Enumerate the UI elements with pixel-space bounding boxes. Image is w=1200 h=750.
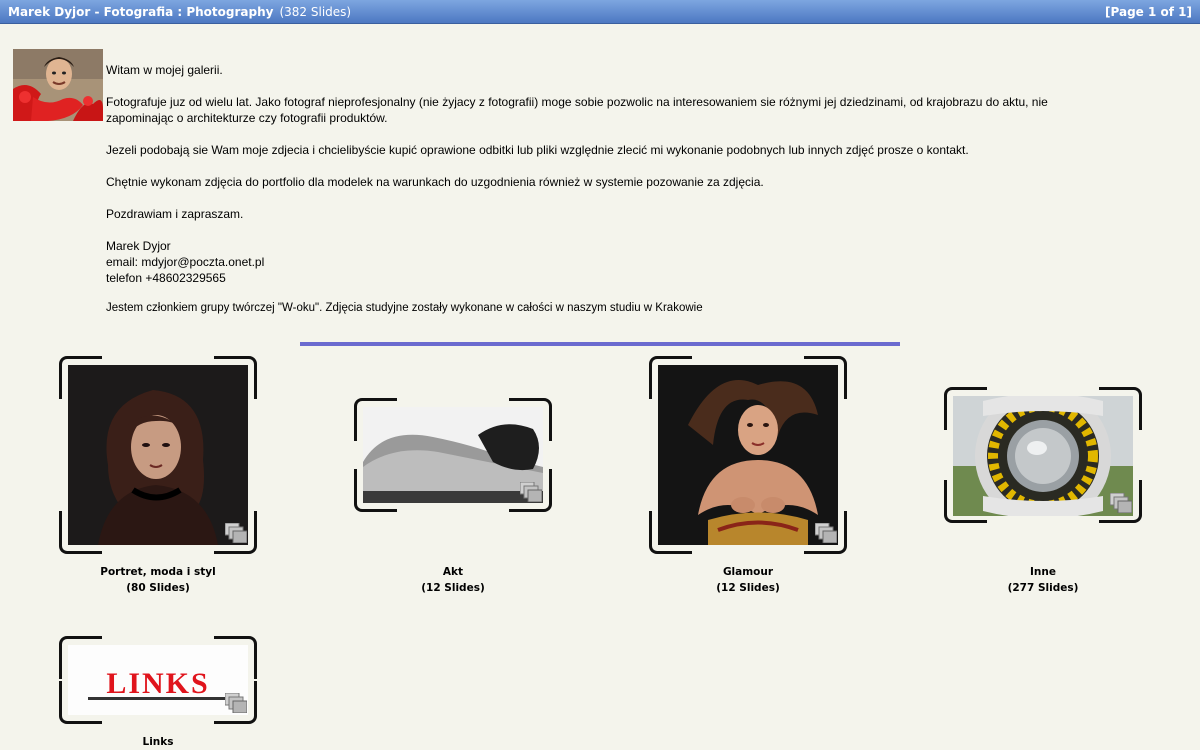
album-thumbnail-akt[interactable] (363, 407, 543, 503)
album-thumbnail-portret[interactable] (68, 365, 248, 545)
gallery-title-text: Marek Dyjor - Fotografia : Photography (8, 5, 274, 19)
intro-text: Witam w mojej galerii. Fotografuje juz o… (106, 62, 1086, 332)
album-thumbnail-inne[interactable] (953, 396, 1133, 516)
slides-stack-icon (1110, 493, 1132, 513)
slides-stack-icon (815, 523, 837, 543)
author-email: email: mdyjor@poczta.onet.pl (106, 255, 265, 269)
album-title[interactable]: Inne (943, 564, 1143, 580)
title-bar: Marek Dyjor - Fotografia : Photography (3… (0, 0, 1200, 24)
author-name: Marek Dyjor (106, 239, 171, 253)
gallery-title: Marek Dyjor - Fotografia : Photography (3… (8, 5, 351, 19)
author-phone: telefon +48602329565 (106, 271, 226, 285)
album-thumbnail-glamour[interactable] (658, 365, 838, 545)
album-title[interactable]: Portret, moda i styl (58, 564, 258, 580)
slides-stack-icon (520, 482, 542, 502)
gallery-slide-count: (382 Slides) (279, 5, 352, 19)
album-thumbnail-links[interactable]: LINKS (68, 645, 248, 715)
links-logo-text: LINKS (106, 667, 209, 700)
album-title[interactable]: Akt (353, 564, 553, 580)
slides-stack-icon (225, 693, 247, 713)
album-title[interactable]: Glamour (648, 564, 848, 580)
album-slide-count: (277 Slides) (1007, 582, 1079, 594)
album-slide-count: (80 Slides) (126, 582, 190, 594)
intro-paragraph-3: Chętnie wykonam zdjęcia do portfolio dla… (106, 175, 764, 189)
intro-paragraph-4: Pozdrawiam i zapraszam. (106, 207, 244, 221)
intro-greeting: Witam w mojej galerii. (106, 63, 223, 77)
page-indicator: [Page 1 of 1] (1105, 5, 1192, 19)
author-avatar (13, 49, 103, 121)
album-slide-count: (12 Slides) (716, 582, 780, 594)
slides-stack-icon (225, 523, 247, 543)
section-divider (300, 342, 900, 346)
intro-paragraph-1: Fotografuje juz od wielu lat. Jako fotog… (106, 95, 1048, 125)
group-membership-note: Jestem członkiem grupy twórczej "W-oku".… (106, 302, 703, 314)
album-slide-count: (12 Slides) (421, 582, 485, 594)
intro-paragraph-2: Jezeli podobają sie Wam moje zdjecia i c… (106, 143, 969, 157)
album-title[interactable]: Links (58, 734, 258, 750)
